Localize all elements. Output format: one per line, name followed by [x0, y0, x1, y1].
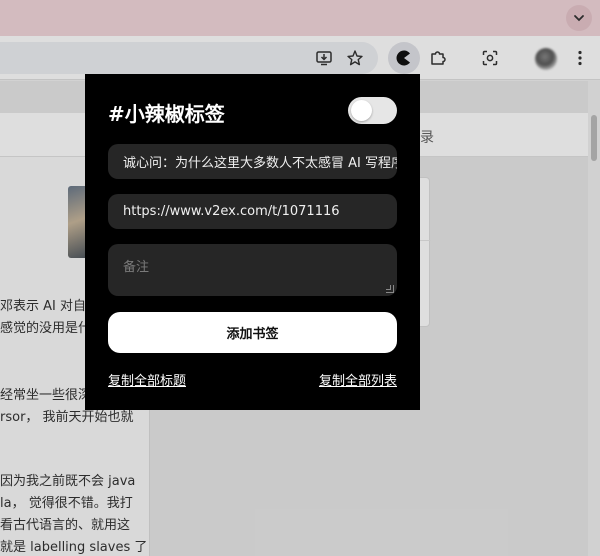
enable-toggle[interactable]	[348, 97, 397, 124]
toggle-knob	[351, 100, 372, 121]
bookmark-popup: #小辣椒标签 诚心问：为什么这里大多数人不太感冒 AI 写程序 https://…	[85, 74, 420, 410]
resize-handle-icon[interactable]	[386, 285, 394, 293]
add-bookmark-button[interactable]: 添加书签	[108, 312, 397, 353]
copy-all-list-link[interactable]: 复制全部列表	[319, 370, 397, 389]
note-textarea[interactable]: 备注	[108, 244, 397, 296]
popup-title: #小辣椒标签	[108, 102, 225, 126]
copy-all-titles-link[interactable]: 复制全部标题	[108, 370, 186, 389]
bookmark-title-input[interactable]: 诚心问：为什么这里大多数人不太感冒 AI 写程序	[108, 144, 397, 179]
note-placeholder: 备注	[123, 260, 150, 275]
bookmark-url-input[interactable]: https://www.v2ex.com/t/1071116	[108, 194, 397, 229]
